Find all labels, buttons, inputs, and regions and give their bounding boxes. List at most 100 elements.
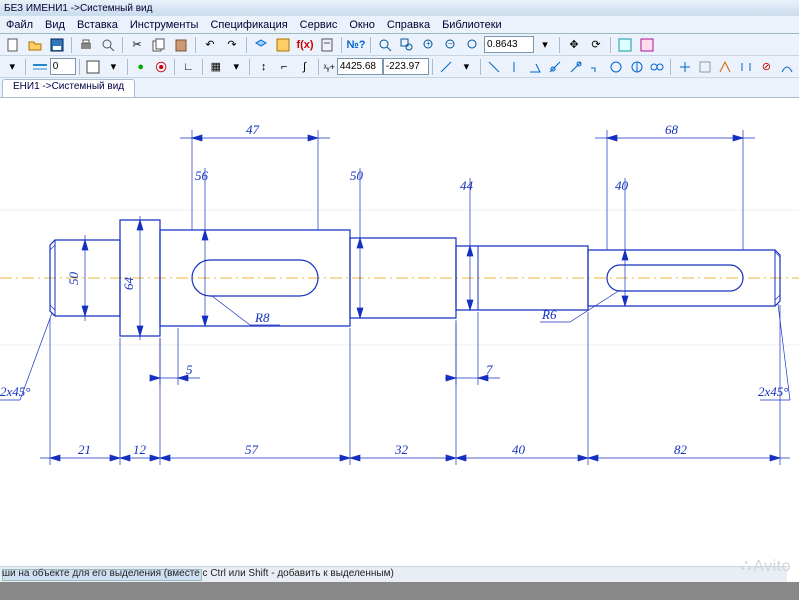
coord-x-input[interactable] bbox=[337, 58, 383, 75]
svg-text:+: + bbox=[426, 39, 431, 48]
tool-9-icon[interactable] bbox=[648, 58, 666, 76]
dim-chamfer-r: 2x45° bbox=[758, 384, 788, 399]
menu-window[interactable]: Окно bbox=[343, 18, 381, 32]
color-icon[interactable] bbox=[84, 58, 102, 76]
dim-chamfer-l: 2x45° bbox=[0, 384, 30, 399]
zoom-prev-icon[interactable] bbox=[463, 36, 483, 54]
dim-d40: 40 bbox=[615, 178, 629, 193]
fx-icon[interactable]: f(x) bbox=[295, 36, 315, 54]
layers-icon[interactable] bbox=[251, 36, 271, 54]
status-bar bbox=[0, 582, 799, 600]
menu-view[interactable]: Вид bbox=[39, 18, 71, 32]
dim-r8: R8 bbox=[254, 310, 270, 325]
menu-bar: Файл Вид Вставка Инструменты Спецификаци… bbox=[0, 16, 799, 34]
menu-libs[interactable]: Библиотеки bbox=[436, 18, 508, 32]
dim-d44: 44 bbox=[460, 178, 474, 193]
dim-32: 32 bbox=[394, 442, 409, 457]
zoom-dropdown-icon[interactable]: ▾ bbox=[535, 36, 555, 54]
color-dropdown[interactable]: ▾ bbox=[104, 58, 122, 76]
dim-d50v: 50 bbox=[350, 168, 364, 183]
open-icon[interactable] bbox=[25, 36, 45, 54]
tool-14-icon[interactable]: ⊘ bbox=[757, 58, 775, 76]
dim-40b: 40 bbox=[512, 442, 526, 457]
view1-icon[interactable] bbox=[615, 36, 635, 54]
watermark: ∴ Avito bbox=[741, 556, 791, 576]
tool-2-icon[interactable] bbox=[505, 58, 523, 76]
linetype-dropdown[interactable]: ▾ bbox=[3, 58, 21, 76]
dim-47: 47 bbox=[246, 122, 260, 137]
grid-icon[interactable]: ▦ bbox=[207, 58, 225, 76]
dim-21: 21 bbox=[78, 442, 91, 457]
line-tool-icon[interactable] bbox=[437, 58, 455, 76]
paste-icon[interactable] bbox=[171, 36, 191, 54]
style-number-input[interactable] bbox=[50, 58, 76, 75]
view2-icon[interactable] bbox=[637, 36, 657, 54]
cut-icon[interactable]: ✂ bbox=[127, 36, 147, 54]
tool-15-icon[interactable] bbox=[778, 58, 796, 76]
zoom-in-icon[interactable]: + bbox=[419, 36, 439, 54]
new-icon[interactable] bbox=[3, 36, 23, 54]
dim-82: 82 bbox=[674, 442, 688, 457]
rotate-icon[interactable]: ⟳ bbox=[586, 36, 606, 54]
dim-5: 5 bbox=[186, 362, 193, 377]
help-icon[interactable]: №? bbox=[346, 36, 366, 54]
tool-7-icon[interactable] bbox=[607, 58, 625, 76]
undo-icon[interactable]: ↶ bbox=[200, 36, 220, 54]
tool-6-icon[interactable] bbox=[587, 58, 605, 76]
menu-tools[interactable]: Инструменты bbox=[124, 18, 205, 32]
coord-label: ᵡᵧ+ bbox=[322, 62, 337, 72]
free-icon[interactable]: ∫ bbox=[295, 58, 313, 76]
dim-d50: 50 bbox=[66, 272, 81, 286]
dim-68: 68 bbox=[665, 122, 679, 137]
tab-doc1[interactable]: ЕНИ1 ->Системный вид bbox=[2, 79, 135, 97]
coord-y-input[interactable] bbox=[383, 58, 429, 75]
zoom-input[interactable] bbox=[484, 36, 534, 53]
zoom-window-icon[interactable] bbox=[397, 36, 417, 54]
svg-text:−: − bbox=[448, 39, 453, 48]
dim-d64: 64 bbox=[121, 277, 136, 291]
menu-spec[interactable]: Спецификация bbox=[204, 18, 293, 32]
menu-service[interactable]: Сервис bbox=[294, 18, 344, 32]
dim-icon[interactable]: ↕ bbox=[254, 58, 272, 76]
tool-13-icon[interactable] bbox=[737, 58, 755, 76]
toolbar-props: ▾ ▾ ● ⦿ ∟ ▦ ▾ ↕ ⌐ ∫ ᵡᵧ+ ▾ ⊘ bbox=[0, 56, 799, 78]
tool-10-icon[interactable] bbox=[675, 58, 693, 76]
preview-icon[interactable] bbox=[98, 36, 118, 54]
zoom-out-icon[interactable]: − bbox=[441, 36, 461, 54]
dim-12: 12 bbox=[133, 442, 147, 457]
toolbar-standard: ✂ ↶ ↷ f(x) №? + − ▾ ✥ ⟳ bbox=[0, 34, 799, 56]
tool-11-icon[interactable] bbox=[696, 58, 714, 76]
snap-icon[interactable]: ⦿ bbox=[152, 58, 170, 76]
pan-icon[interactable]: ✥ bbox=[564, 36, 584, 54]
dim-7: 7 bbox=[486, 362, 493, 377]
settings-icon[interactable] bbox=[273, 36, 293, 54]
dim-r6: R6 bbox=[541, 307, 557, 322]
menu-insert[interactable]: Вставка bbox=[71, 18, 124, 32]
tool-1-icon[interactable] bbox=[485, 58, 503, 76]
print-icon[interactable] bbox=[76, 36, 96, 54]
dim-57: 57 bbox=[245, 442, 259, 457]
status-hint: ши на объекте для его выделения (вместе … bbox=[2, 568, 394, 582]
ortho-icon[interactable]: ∟ bbox=[179, 58, 197, 76]
dim-d56: 56 bbox=[195, 168, 209, 183]
grid-dropdown[interactable]: ▾ bbox=[227, 58, 245, 76]
menu-help[interactable]: Справка bbox=[381, 18, 436, 32]
ortho2-icon[interactable]: ⌐ bbox=[275, 58, 293, 76]
copy-icon[interactable] bbox=[149, 36, 169, 54]
tool-8-icon[interactable] bbox=[628, 58, 646, 76]
calc-icon[interactable] bbox=[317, 36, 337, 54]
redo-icon[interactable]: ↷ bbox=[222, 36, 242, 54]
window-title: БЕЗ ИМЕНИ1 ->Системный вид bbox=[0, 0, 799, 16]
zoom-fit-icon[interactable] bbox=[375, 36, 395, 54]
style-icon[interactable] bbox=[30, 58, 48, 76]
drawing-canvas[interactable]: 47 68 50 64 56 50 44 40 bbox=[0, 100, 799, 566]
tool-3-icon[interactable] bbox=[525, 58, 543, 76]
menu-file[interactable]: Файл bbox=[0, 18, 39, 32]
save-icon[interactable] bbox=[47, 36, 67, 54]
tool-12-icon[interactable] bbox=[716, 58, 734, 76]
line-tool-dropdown[interactable]: ▾ bbox=[457, 58, 475, 76]
check-icon[interactable]: ● bbox=[131, 58, 149, 76]
doc-tabs: ЕНИ1 ->Системный вид bbox=[0, 78, 799, 98]
tool-4-icon[interactable] bbox=[546, 58, 564, 76]
tool-5-icon[interactable] bbox=[566, 58, 584, 76]
